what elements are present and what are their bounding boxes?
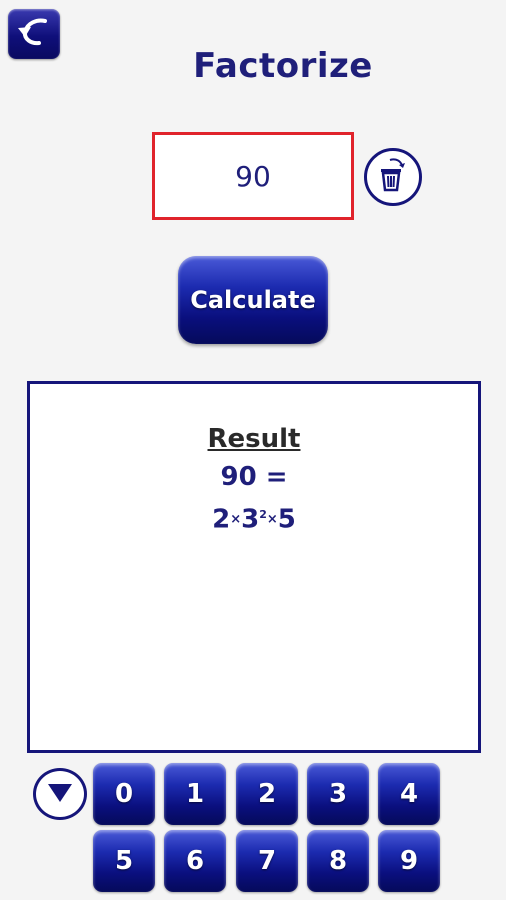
key-7[interactable]: 7: [236, 830, 298, 892]
key-1[interactable]: 1: [164, 763, 226, 825]
key-4[interactable]: 4: [378, 763, 440, 825]
triangle-down-icon: [45, 780, 75, 808]
result-heading: Result: [207, 424, 301, 454]
key-6[interactable]: 6: [164, 830, 226, 892]
times-symbol: ×: [230, 512, 242, 528]
page-title: Factorize: [193, 46, 373, 86]
result-panel: Result 90 = 2×32×5: [27, 381, 481, 753]
clear-button[interactable]: [364, 148, 422, 206]
key-8[interactable]: 8: [307, 830, 369, 892]
calculate-button[interactable]: Calculate: [178, 256, 328, 344]
factor-base: 3: [241, 504, 260, 535]
trash-icon: [376, 156, 410, 198]
key-3[interactable]: 3: [307, 763, 369, 825]
factor-base: 2: [212, 504, 231, 535]
key-2[interactable]: 2: [236, 763, 298, 825]
hide-keypad-button[interactable]: [30, 768, 90, 820]
result-equation: 90 =: [220, 462, 288, 492]
key-9[interactable]: 9: [378, 830, 440, 892]
key-5[interactable]: 5: [93, 830, 155, 892]
result-factors: 2×32×5: [30, 498, 478, 537]
times-symbol: ×: [266, 512, 278, 528]
number-input[interactable]: [152, 132, 354, 220]
factor-exponent: 2: [259, 508, 267, 521]
number-keypad: 0 1 2 3 4 5 6 7 8 9: [93, 763, 443, 895]
factor-base: 5: [277, 504, 296, 535]
key-0[interactable]: 0: [93, 763, 155, 825]
